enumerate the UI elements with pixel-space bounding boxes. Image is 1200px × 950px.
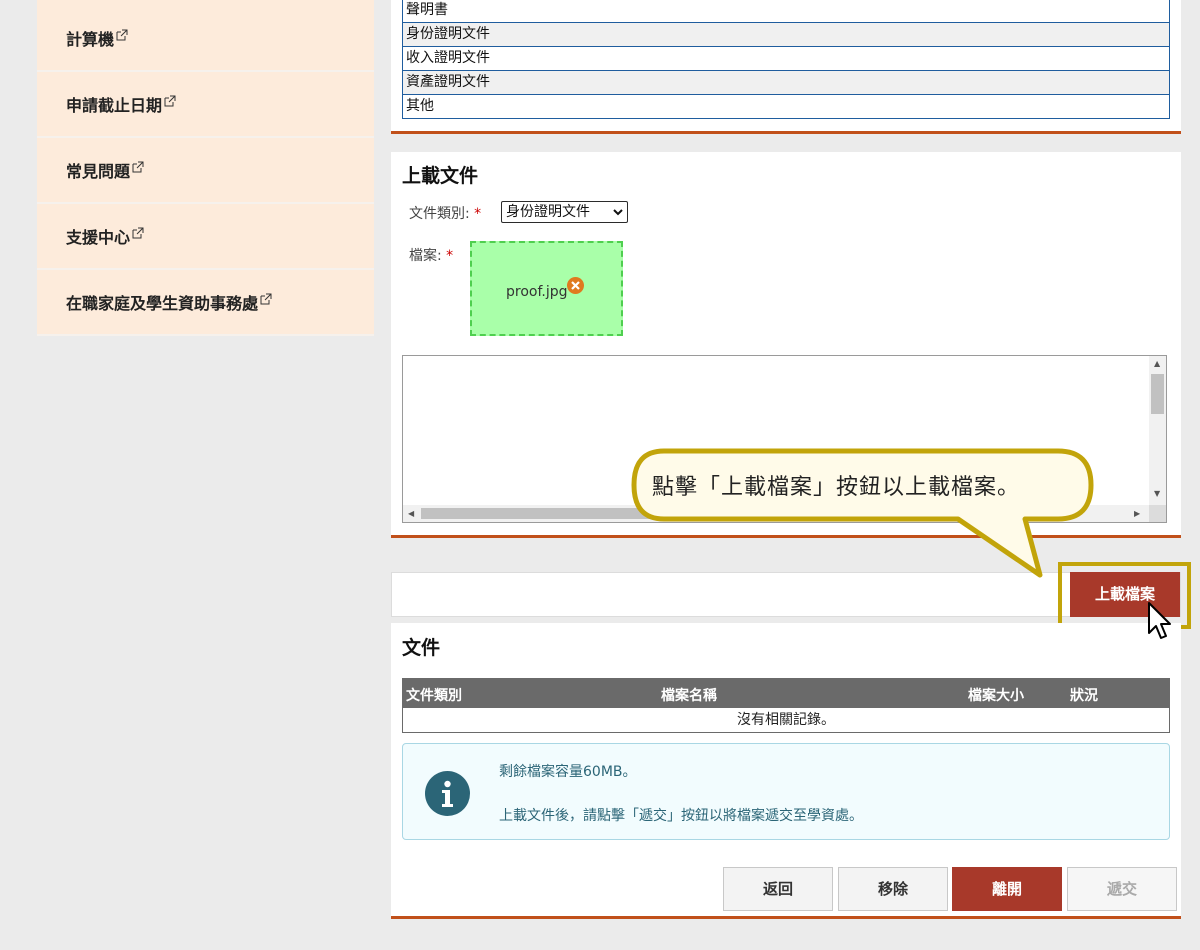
scroll-down-icon[interactable]: ▼	[1154, 490, 1160, 498]
info-icon	[425, 771, 470, 816]
required-mark: *	[446, 248, 454, 264]
column-header[interactable]: 檔案名稱	[661, 685, 717, 705]
sidebar-item-label: 支援中心	[66, 228, 131, 247]
required-mark: *	[474, 206, 482, 222]
table-empty-row: 沒有相關記錄。	[737, 712, 835, 728]
sidebar-item-label: 常見問題	[66, 162, 131, 181]
column-header[interactable]: 文件類別	[406, 685, 462, 705]
document-type-list: 聲明書 身份證明文件 收入證明文件 資產證明文件 其他	[402, 0, 1170, 119]
chevron-down-icon	[613, 209, 623, 216]
scroll-right-icon[interactable]: ▶	[1134, 510, 1140, 518]
table-header: 文件類別 檔案名稱 檔案大小 狀況	[403, 679, 1169, 708]
callout-text: 點擊「上載檔案」按鈕以上載檔案。	[652, 475, 1021, 500]
doc-type-select-value: 身份證明文件	[506, 204, 590, 220]
sidebar-item-wfsfaa[interactable]: 在職家庭及學生資助事務處	[37, 270, 374, 336]
sidebar-item-support[interactable]: 支援中心	[37, 204, 374, 270]
list-item[interactable]: 身份證明文件	[403, 22, 1169, 46]
file-name: proof.jpg	[506, 284, 568, 300]
scroll-up-icon[interactable]: ▲	[1154, 360, 1160, 368]
info-submit-text: 上載文件後，請點擊「遞交」按鈕以將檔案遞交至學資處。	[499, 808, 863, 824]
documents-section-title: 文件	[402, 637, 441, 659]
doc-type-label-text: 文件類別:	[409, 206, 470, 222]
sidebar: 計算機 申請截止日期 常見問題 支援中心 在職家庭及學生資助事務處	[37, 0, 374, 336]
info-quota-text: 剩餘檔案容量60MB。	[499, 764, 637, 780]
horizontal-scrollbar[interactable]: ◀ ▶	[403, 505, 1151, 522]
external-link-icon	[116, 29, 128, 41]
file-dropzone[interactable]: proof.jpg	[470, 241, 623, 336]
documents-panel: 文件 文件類別 檔案名稱 檔案大小 狀況 沒有相關記錄。 剩餘檔案容量60MB。…	[391, 623, 1181, 919]
submit-button[interactable]: 遞交	[1067, 867, 1177, 911]
list-item[interactable]: 聲明書	[403, 0, 1169, 22]
list-item[interactable]: 收入證明文件	[403, 46, 1169, 70]
upload-section-title: 上載文件	[402, 165, 479, 187]
column-header[interactable]: 檔案大小	[968, 685, 1024, 705]
external-link-icon	[132, 161, 144, 173]
document-type-panel: 聲明書 身份證明文件 收入證明文件 資產證明文件 其他	[391, 0, 1181, 134]
doc-type-select[interactable]: 身份證明文件	[501, 201, 628, 223]
scrollbar-corner	[1149, 505, 1166, 522]
scrollbar-thumb[interactable]	[1151, 374, 1164, 414]
external-link-icon	[260, 293, 272, 305]
back-button[interactable]: 返回	[723, 867, 833, 911]
leave-button[interactable]: 離開	[952, 867, 1062, 911]
sidebar-item-label: 申請截止日期	[66, 96, 163, 115]
external-link-icon	[164, 95, 176, 107]
list-item[interactable]: 資產證明文件	[403, 70, 1169, 94]
documents-table: 文件類別 檔案名稱 檔案大小 狀況 沒有相關記錄。	[402, 678, 1170, 733]
sidebar-item-label: 計算機	[66, 30, 115, 49]
sidebar-item-faq[interactable]: 常見問題	[37, 138, 374, 204]
file-label-text: 檔案:	[409, 248, 442, 264]
scroll-left-icon[interactable]: ◀	[408, 510, 414, 518]
file-label: 檔案: *	[409, 245, 453, 265]
doc-type-label: 文件類別: *	[409, 203, 481, 223]
scrollbar-thumb[interactable]	[421, 508, 661, 519]
vertical-scrollbar[interactable]: ▲ ▼	[1149, 356, 1166, 506]
external-link-icon	[132, 227, 144, 239]
remove-button[interactable]: 移除	[838, 867, 948, 911]
column-header[interactable]: 狀況	[1070, 685, 1098, 705]
remove-file-icon[interactable]	[567, 277, 584, 294]
mouse-cursor-icon	[1148, 602, 1171, 639]
sidebar-item-label: 在職家庭及學生資助事務處	[66, 294, 259, 313]
sidebar-item-calculator[interactable]: 計算機	[37, 0, 374, 72]
sidebar-item-deadline[interactable]: 申請截止日期	[37, 72, 374, 138]
info-box: 剩餘檔案容量60MB。 上載文件後，請點擊「遞交」按鈕以將檔案遞交至學資處。	[402, 743, 1170, 840]
list-item[interactable]: 其他	[403, 94, 1169, 118]
